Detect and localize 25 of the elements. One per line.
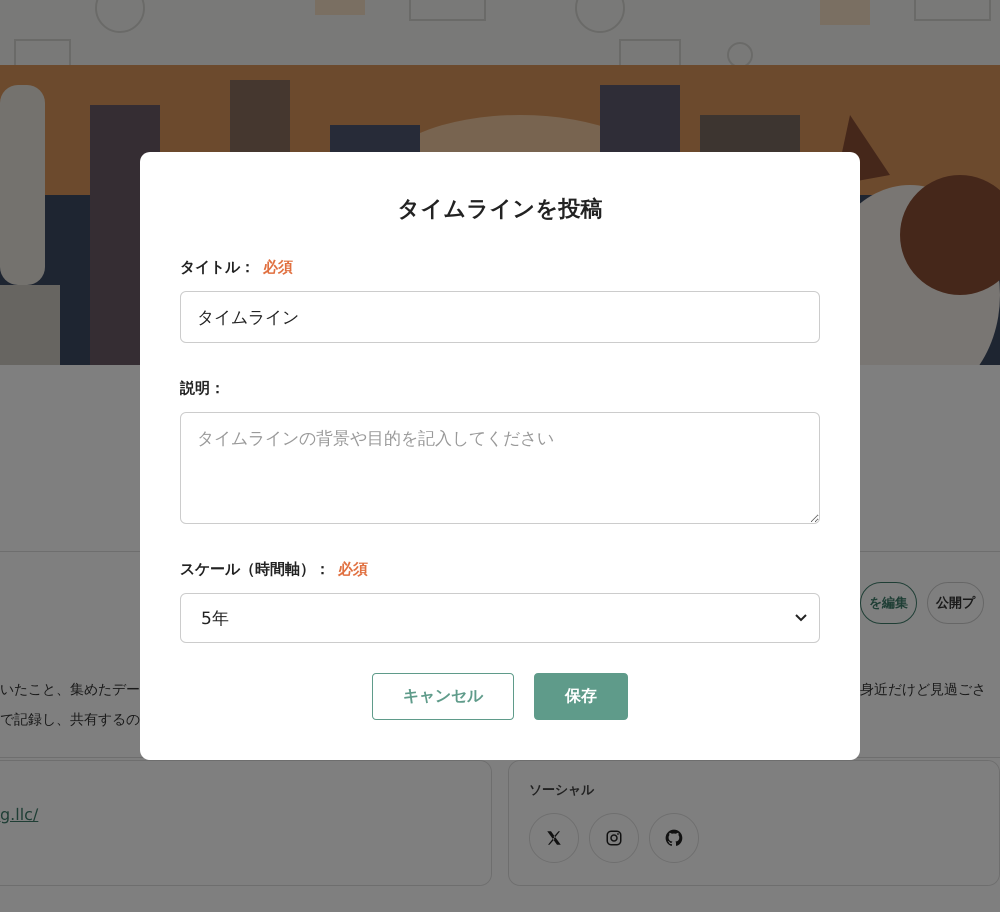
camera-logo-icon: [605, 829, 623, 847]
x-logo-button[interactable]: [529, 813, 579, 863]
description-input[interactable]: タイムラインの背景や目的を記入してください: [180, 412, 820, 524]
required-tag: 必須: [263, 258, 293, 277]
bio-text: いたこと、集めたデー: [0, 681, 140, 700]
dialog-title: タイムラインを投稿: [396, 196, 604, 224]
cat-logo-icon: [664, 828, 684, 848]
cat-logo-button[interactable]: [649, 813, 699, 863]
profile-button[interactable]: 公開プ: [927, 582, 984, 624]
scale-select[interactable]: 5年: [180, 593, 820, 643]
bio-text: で記録し、共有するの: [0, 711, 140, 730]
social-heading: ソーシャル: [529, 782, 596, 799]
field-label: スケール（時間軸）：: [180, 560, 330, 579]
required-tag: 必須: [338, 560, 368, 579]
dialog-button[interactable]: 保存: [534, 673, 628, 720]
dialog-button[interactable]: キャンセル: [372, 673, 514, 720]
title-input[interactable]: タイムライン: [180, 291, 820, 343]
chevron-down-icon: [795, 614, 807, 622]
field-label: タイトル：: [180, 258, 255, 277]
camera-logo-button[interactable]: [589, 813, 639, 863]
website-link[interactable]: g.llc/: [0, 805, 38, 824]
field-label: 説明：: [180, 379, 225, 398]
x-logo-icon: [545, 829, 563, 847]
bio-text: 身近だけど見過ごさ: [860, 681, 987, 700]
profile-button[interactable]: を編集: [860, 582, 917, 624]
